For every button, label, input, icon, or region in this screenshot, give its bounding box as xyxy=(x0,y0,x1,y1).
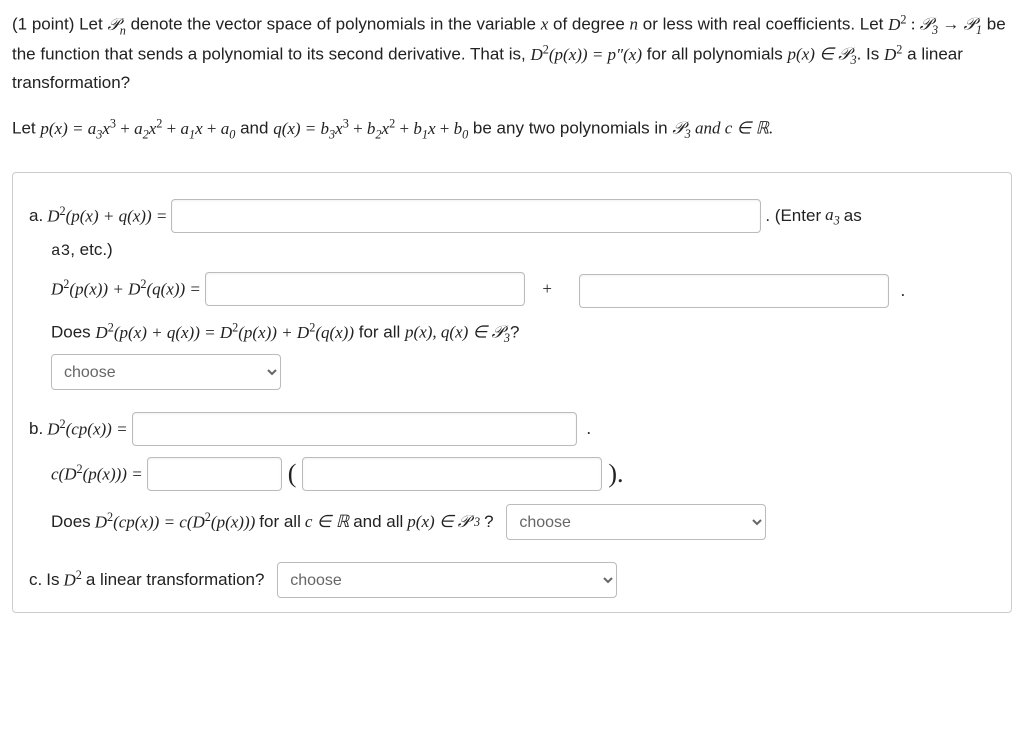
input-b-dcp[interactable] xyxy=(132,412,577,446)
points-label: (1 point) xyxy=(12,15,74,34)
select-c-linear[interactable]: choose xyxy=(277,562,617,598)
input-a-sum-derivative[interactable] xyxy=(171,199,761,233)
part-a-label: a. xyxy=(29,203,43,229)
answers-box: a. D2(p(x) + q(x)) = . (Enter a3 as a3, … xyxy=(12,172,1012,613)
input-a-dp[interactable] xyxy=(205,272,525,306)
select-a-additivity[interactable]: choose xyxy=(51,354,281,390)
part-c: c. Is D2 a linear transformation? choose xyxy=(29,562,995,598)
input-b-scalar[interactable] xyxy=(147,457,282,491)
problem-header: (1 point) Let 𝒫n denote the vector space… xyxy=(12,10,1012,96)
part-b: b. D2(cp(x)) = . c(D2(p(x))) = ( ). Does… xyxy=(29,412,995,540)
part-c-label: c. xyxy=(29,567,42,593)
part-a: a. D2(p(x) + q(x)) = . (Enter a3 as a3, … xyxy=(29,199,995,390)
input-b-inner[interactable] xyxy=(302,457,602,491)
select-b-homogeneity[interactable]: choose xyxy=(506,504,766,540)
problem-container: (1 point) Let 𝒫n denote the vector space… xyxy=(12,10,1012,613)
part-b-label: b. xyxy=(29,416,43,442)
polynomial-definitions: Let p(x) = a3x3 + a2x2 + a1x + a0 and q(… xyxy=(12,114,1012,144)
input-a-dq[interactable] xyxy=(579,274,889,308)
